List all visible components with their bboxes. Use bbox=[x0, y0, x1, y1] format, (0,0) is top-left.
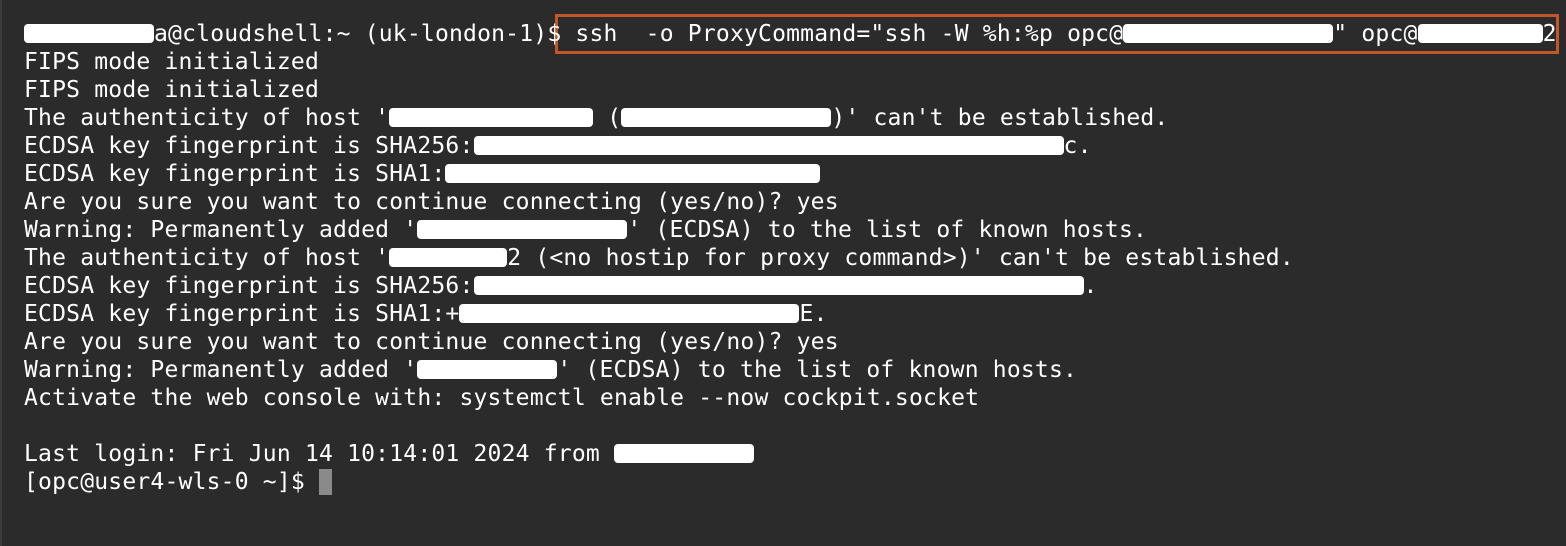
redacted-host-ip bbox=[417, 220, 628, 239]
terminal-line: Warning: Permanently added ' ' (ECDSA) to… bbox=[24, 356, 1556, 384]
terminal-line-prompt-command: a@cloudshell:~ (uk-london-1)$ ssh -o Pro… bbox=[24, 20, 1556, 48]
redacted-host-ip bbox=[389, 108, 594, 127]
line-text: E. bbox=[799, 301, 828, 327]
terminal-line: Are you sure you want to continue connec… bbox=[24, 188, 1556, 216]
terminal-line-last-login: Last login: Fri Jun 14 10:14:01 2024 fro… bbox=[24, 440, 1556, 468]
line-text: ECDSA key fingerprint is SHA256: bbox=[24, 133, 474, 159]
ssh-command-text: ssh -o ProxyCommand="ssh -W %h:%p opc@ bbox=[575, 21, 1124, 47]
line-text: ECDSA key fingerprint is SHA256: bbox=[24, 273, 474, 299]
line-text: c. bbox=[1063, 133, 1092, 159]
redacted-fingerprint bbox=[473, 276, 1084, 295]
terminal-line: Are you sure you want to continue connec… bbox=[24, 328, 1556, 356]
line-text: ECDSA key fingerprint is SHA1: bbox=[24, 301, 446, 327]
terminal-line: ECDSA key fingerprint is SHA1: bbox=[24, 160, 1556, 188]
line-text: + bbox=[445, 301, 460, 327]
redacted-username bbox=[24, 24, 154, 43]
terminal-output: a@cloudshell:~ (uk-london-1)$ ssh -o Pro… bbox=[24, 20, 1556, 496]
terminal-line: FIPS mode initialized bbox=[24, 76, 1556, 104]
line-text: The authenticity of host ' bbox=[24, 245, 390, 271]
line-text: The authenticity of host ' bbox=[24, 105, 390, 131]
redacted-host-ip bbox=[389, 248, 508, 267]
line-text: Warning: Permanently added ' bbox=[24, 357, 418, 383]
line-text: ' (ECDSA) to the list of known hosts. bbox=[627, 217, 1148, 243]
line-text: Warning: Permanently added ' bbox=[24, 217, 418, 243]
line-text: ECDSA key fingerprint is SHA1: bbox=[24, 161, 446, 187]
redacted-target-ip bbox=[1417, 24, 1543, 43]
redacted-fingerprint bbox=[473, 136, 1064, 155]
line-text: ' (ECDSA) to the list of known hosts. bbox=[557, 357, 1078, 383]
line-text: FIPS mode initialized bbox=[24, 77, 319, 103]
line-text: Are you sure you want to continue connec… bbox=[24, 329, 839, 355]
ssh-command-target: " opc@ bbox=[1333, 21, 1418, 47]
redacted-login-ip bbox=[613, 444, 754, 463]
terminal-window[interactable]: a@cloudshell:~ (uk-london-1)$ ssh -o Pro… bbox=[0, 0, 1566, 546]
redacted-host-ip bbox=[417, 360, 558, 379]
terminal-line: ECDSA key fingerprint is SHA256: c. bbox=[24, 132, 1556, 160]
line-text: 2 (<no hostip for proxy command>)' can't… bbox=[507, 245, 1294, 271]
redacted-bastion-ip bbox=[1123, 24, 1334, 43]
terminal-line: FIPS mode initialized bbox=[24, 48, 1556, 76]
redacted-fingerprint bbox=[459, 304, 800, 323]
line-text: FIPS mode initialized bbox=[24, 49, 319, 75]
line-text: Are you sure you want to continue connec… bbox=[24, 189, 839, 215]
prompt-text: a@cloudshell:~ (uk-london-1)$ bbox=[154, 21, 576, 47]
terminal-line-prompt[interactable]: [opc@user4-wls-0 ~]$ bbox=[24, 468, 1556, 496]
terminal-line: The authenticity of host ' ( )' can't be … bbox=[24, 104, 1556, 132]
terminal-line: Activate the web console with: systemctl… bbox=[24, 384, 1556, 412]
redacted-host-ip bbox=[621, 108, 832, 127]
line-text: )' can't be established. bbox=[831, 105, 1169, 131]
terminal-line: ECDSA key fingerprint is SHA1:+ E. bbox=[24, 300, 1556, 328]
terminal-line: Warning: Permanently added ' ' (ECDSA) to… bbox=[24, 216, 1556, 244]
line-text: . bbox=[1083, 273, 1098, 299]
ssh-command-target-tail: 2 bbox=[1542, 21, 1557, 47]
terminal-cursor[interactable] bbox=[319, 469, 332, 495]
shell-prompt: [opc@user4-wls-0 ~]$ bbox=[24, 469, 319, 495]
redacted-fingerprint bbox=[445, 164, 821, 183]
terminal-line: ECDSA key fingerprint is SHA256:. bbox=[24, 272, 1556, 300]
terminal-line: The authenticity of host ' 2 (<no hostip … bbox=[24, 244, 1556, 272]
line-text: Last login: Fri Jun 14 10:14:01 2024 fro… bbox=[24, 441, 614, 467]
line-text: ( bbox=[593, 105, 622, 131]
line-text: Activate the web console with: systemctl… bbox=[24, 385, 980, 411]
